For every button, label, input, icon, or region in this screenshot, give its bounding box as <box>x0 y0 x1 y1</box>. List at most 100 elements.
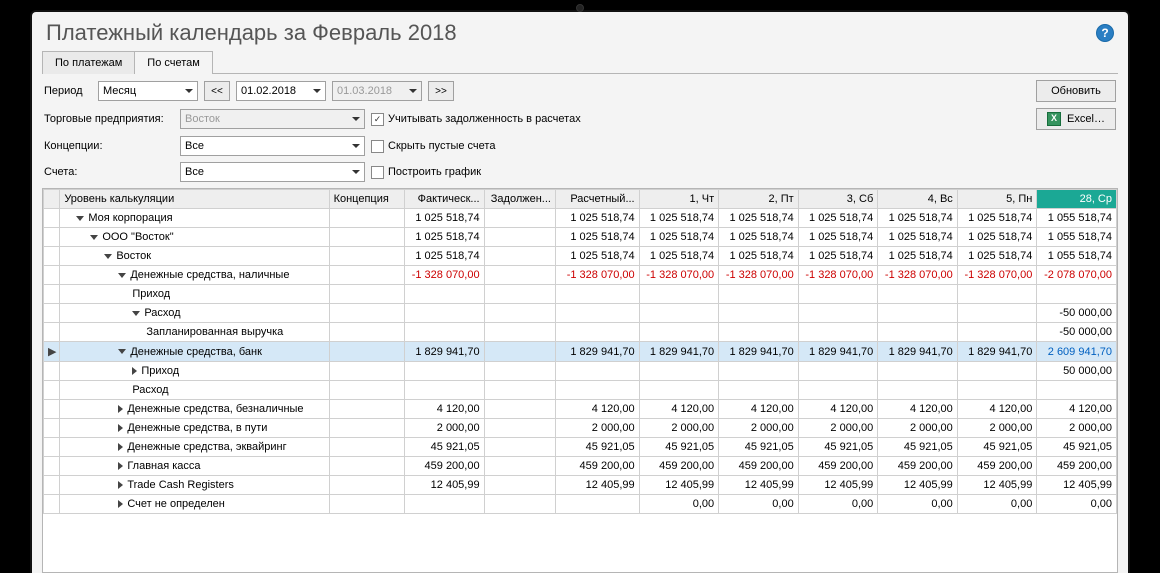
table-row[interactable]: Приход50 000,00 <box>44 362 1117 381</box>
table-row[interactable]: Денежные средства, безналичные4 120,004 … <box>44 400 1117 419</box>
table-row[interactable]: Счет не определен0,000,000,000,000,000,0… <box>44 495 1117 514</box>
collapse-icon[interactable] <box>118 273 126 278</box>
concepts-select[interactable]: Все <box>180 136 365 156</box>
tab-payments[interactable]: По платежам <box>42 51 135 74</box>
expand-icon[interactable] <box>132 367 137 375</box>
expand-icon[interactable] <box>118 500 123 508</box>
table-row[interactable]: Запланированная выручка-50 000,00 <box>44 323 1117 342</box>
col-calc[interactable]: Расчетный... <box>555 190 639 209</box>
table-row[interactable]: Главная касса459 200,00459 200,00459 200… <box>44 457 1117 476</box>
tree-cell[interactable]: Trade Cash Registers <box>60 476 329 495</box>
excel-label: Excel… <box>1067 113 1105 125</box>
value-cell <box>957 323 1037 342</box>
tree-cell[interactable]: Денежные средства, банк <box>60 342 329 362</box>
tree-cell[interactable]: Денежные средства, эквайринг <box>60 438 329 457</box>
collapse-icon[interactable] <box>76 216 84 221</box>
concept-cell <box>329 362 404 381</box>
tree-cell[interactable]: Денежные средства, наличные <box>60 266 329 285</box>
next-period-button[interactable]: >> <box>428 81 454 101</box>
tree-cell[interactable]: Восток <box>60 247 329 266</box>
value-cell: 12 405,99 <box>1037 476 1117 495</box>
period-select[interactable]: Месяц <box>98 81 198 101</box>
accounts-select[interactable]: Все <box>180 162 365 182</box>
col-concept[interactable]: Концепция <box>329 190 404 209</box>
expand-icon[interactable] <box>118 443 123 451</box>
value-cell <box>484 228 555 247</box>
table-row[interactable]: ООО "Восток"1 025 518,741 025 518,741 02… <box>44 228 1117 247</box>
value-cell: 2 000,00 <box>798 419 878 438</box>
value-cell <box>719 285 799 304</box>
value-cell: -1 328 070,00 <box>798 266 878 285</box>
tab-accounts[interactable]: По счетам <box>134 51 213 74</box>
col-debt[interactable]: Задолжен... <box>484 190 555 209</box>
value-cell: 0,00 <box>1037 495 1117 514</box>
col-d28[interactable]: 28, Ср <box>1037 190 1117 209</box>
excel-export-button[interactable]: Excel… <box>1036 108 1116 130</box>
collapse-icon[interactable] <box>104 254 112 259</box>
chevron-down-icon <box>352 170 360 174</box>
col-d2[interactable]: 2, Пт <box>719 190 799 209</box>
help-icon[interactable]: ? <box>1096 24 1114 42</box>
col-d4[interactable]: 4, Вс <box>878 190 958 209</box>
excel-icon <box>1047 112 1061 126</box>
table-row[interactable]: Денежные средства, эквайринг45 921,0545 … <box>44 438 1117 457</box>
tree-cell[interactable]: Счет не определен <box>60 495 329 514</box>
tree-cell[interactable]: Денежные средства, в пути <box>60 419 329 438</box>
table-row[interactable]: Восток1 025 518,741 025 518,741 025 518,… <box>44 247 1117 266</box>
update-button[interactable]: Обновить <box>1036 80 1116 102</box>
tree-cell[interactable]: Приход <box>60 362 329 381</box>
debt-checkbox[interactable]: ✓ Учитывать задолженность в расчетах <box>371 113 581 126</box>
table-row[interactable]: Приход <box>44 285 1117 304</box>
value-cell: 1 025 518,74 <box>639 209 719 228</box>
col-d1[interactable]: 1, Чт <box>639 190 719 209</box>
value-cell: 459 200,00 <box>719 457 799 476</box>
table-row[interactable]: Денежные средства, наличные -1 328 070,00… <box>44 266 1117 285</box>
chevron-down-icon <box>352 144 360 148</box>
enterprises-select[interactable]: Восток <box>180 109 365 129</box>
table-row[interactable]: Расход-50 000,00 <box>44 304 1117 323</box>
collapse-icon[interactable] <box>90 235 98 240</box>
date-to-input[interactable]: 01.03.2018 <box>332 81 422 101</box>
tree-cell[interactable]: Запланированная выручка <box>60 323 329 342</box>
build-chart-checkbox[interactable]: Построить график <box>371 166 481 179</box>
tree-cell[interactable]: Расход <box>60 304 329 323</box>
collapse-icon[interactable] <box>118 349 126 354</box>
value-cell: 459 200,00 <box>555 457 639 476</box>
value-cell: 4 120,00 <box>878 400 958 419</box>
hide-empty-checkbox[interactable]: Скрыть пустые счета <box>371 140 495 153</box>
table-header-row: Уровень калькуляции Концепция Фактическ.… <box>44 190 1117 209</box>
table-row[interactable]: Trade Cash Registers12 405,9912 405,9912… <box>44 476 1117 495</box>
table-row[interactable]: Денежные средства, в пути2 000,002 000,0… <box>44 419 1117 438</box>
expand-icon[interactable] <box>118 424 123 432</box>
prev-period-button[interactable]: << <box>204 81 230 101</box>
concept-cell <box>329 495 404 514</box>
concept-cell <box>329 266 404 285</box>
expand-icon[interactable] <box>118 462 123 470</box>
table-row[interactable]: Расход <box>44 381 1117 400</box>
enterprises-label: Торговые предприятия: <box>44 113 174 125</box>
row-label: Денежные средства, эквайринг <box>127 441 286 453</box>
concept-cell <box>329 247 404 266</box>
tree-cell[interactable]: ООО "Восток" <box>60 228 329 247</box>
col-fact[interactable]: Фактическ... <box>405 190 485 209</box>
row-label: Денежные средства, наличные <box>130 269 289 281</box>
tree-cell[interactable]: Денежные средства, безналичные <box>60 400 329 419</box>
tree-cell[interactable]: Главная касса <box>60 457 329 476</box>
col-d3[interactable]: 3, Сб <box>798 190 878 209</box>
value-cell: 1 055 518,74 <box>1037 228 1117 247</box>
value-cell: 1 025 518,74 <box>878 247 958 266</box>
table-row[interactable]: Моя корпорация1 025 518,741 025 518,741 … <box>44 209 1117 228</box>
table-row[interactable]: ▶Денежные средства, банк1 829 941,701 82… <box>44 342 1117 362</box>
tree-cell[interactable]: Моя корпорация <box>60 209 329 228</box>
tree-cell[interactable]: Приход <box>60 285 329 304</box>
col-d5[interactable]: 5, Пн <box>957 190 1037 209</box>
expand-icon[interactable] <box>118 481 123 489</box>
expand-icon[interactable] <box>118 405 123 413</box>
date-from-input[interactable]: 01.02.2018 <box>236 81 326 101</box>
value-cell: -1 328 070,00 <box>555 266 639 285</box>
col-level[interactable]: Уровень калькуляции <box>60 190 329 209</box>
collapse-icon[interactable] <box>132 311 140 316</box>
row-marker <box>44 362 60 381</box>
value-cell: 1 025 518,74 <box>555 209 639 228</box>
tree-cell[interactable]: Расход <box>60 381 329 400</box>
